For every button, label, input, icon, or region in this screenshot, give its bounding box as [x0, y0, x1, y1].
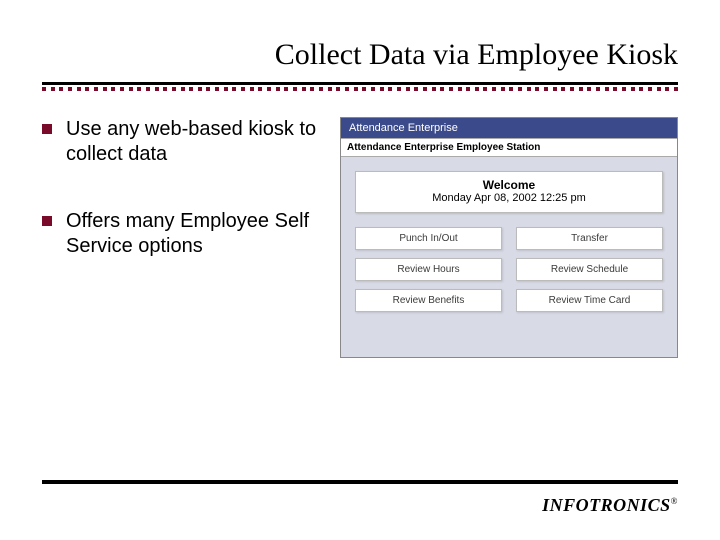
list-item: Offers many Employee Self Service option…	[42, 209, 322, 259]
title-underline	[42, 82, 678, 85]
kiosk-body: Welcome Monday Apr 08, 2002 12:25 pm Pun…	[341, 157, 677, 357]
list-item: Use any web-based kiosk to collect data	[42, 117, 322, 167]
welcome-datetime: Monday Apr 08, 2002 12:25 pm	[360, 192, 658, 204]
brand-text: INFOTRONICS	[542, 495, 671, 515]
bullet-text: Use any web-based kiosk to collect data	[66, 117, 322, 167]
kiosk-titlebar: Attendance Enterprise	[341, 118, 677, 138]
punch-in-out-button[interactable]: Punch In/Out	[355, 227, 502, 250]
welcome-title: Welcome	[360, 178, 658, 192]
kiosk-subtitle: Attendance Enterprise Employee Station	[341, 138, 677, 157]
kiosk-screenshot: Attendance Enterprise Attendance Enterpr…	[340, 117, 678, 358]
kiosk-button-grid: Punch In/Out Transfer Review Hours Revie…	[355, 227, 663, 312]
bullet-list: Use any web-based kiosk to collect data …	[42, 117, 322, 358]
review-time-card-button[interactable]: Review Time Card	[516, 289, 663, 312]
bullet-square-icon	[42, 124, 52, 134]
bullet-square-icon	[42, 216, 52, 226]
transfer-button[interactable]: Transfer	[516, 227, 663, 250]
brand-logo: INFOTRONICS®	[542, 495, 678, 516]
review-hours-button[interactable]: Review Hours	[355, 258, 502, 281]
footer-rule	[42, 480, 678, 484]
welcome-panel: Welcome Monday Apr 08, 2002 12:25 pm	[355, 171, 663, 213]
review-schedule-button[interactable]: Review Schedule	[516, 258, 663, 281]
bullet-text: Offers many Employee Self Service option…	[66, 209, 322, 259]
registered-mark-icon: ®	[671, 496, 678, 506]
slide-title: Collect Data via Employee Kiosk	[0, 0, 720, 82]
content-area: Use any web-based kiosk to collect data …	[0, 93, 720, 358]
review-benefits-button[interactable]: Review Benefits	[355, 289, 502, 312]
